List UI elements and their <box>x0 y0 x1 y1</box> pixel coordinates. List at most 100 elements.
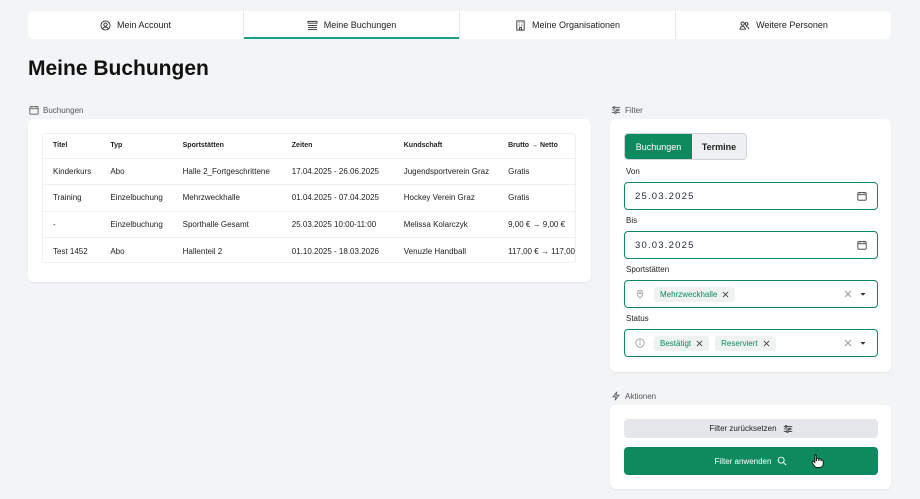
filter-label: Filter <box>625 105 643 115</box>
search-icon <box>778 456 787 466</box>
actions-card: Filter zurücksetzen Filter anwenden <box>610 405 891 489</box>
cell: Halle 2_Fortgeschrittene <box>172 157 282 185</box>
cell: Kinderkurs <box>43 157 101 185</box>
cell: Hockey Verein Graz <box>393 184 499 211</box>
cell: 17.04.2025 - 26.06.2025 <box>281 157 394 185</box>
von-label: Von <box>626 167 640 176</box>
close-icon[interactable] <box>763 340 770 347</box>
hand-cursor-icon <box>811 454 824 468</box>
cell: Melissa Kolarczyk <box>393 210 499 238</box>
col-sportstaetten[interactable]: Sportstätten <box>173 134 282 158</box>
cell: Jugendsportverein Graz <box>393 157 499 185</box>
lightning-icon <box>612 391 620 401</box>
page-title: Meine Buchungen <box>28 57 209 80</box>
tab-label: Meine Buchungen <box>323 20 397 30</box>
filter-section-label: Filter <box>611 105 643 115</box>
cell: Einzelbuchung <box>100 210 173 238</box>
clear-icon[interactable] <box>844 339 852 347</box>
table-row[interactable]: Kinderkurs Abo Halle 2_Fortgeschrittene … <box>43 157 575 185</box>
cell: Abo <box>100 157 173 185</box>
bookings-card: Titel Typ Sportstätten Zeiten Kundschaft… <box>28 119 591 282</box>
tab-meine-organisationen[interactable]: Meine Organisationen <box>460 11 676 39</box>
table-row[interactable]: Training Einzelbuchung Mehrzweckhalle 01… <box>43 184 575 211</box>
map-pin-icon <box>636 289 644 299</box>
filter-card: Buchungen Termine Von 25.03.2025 Bis 30.… <box>610 119 891 372</box>
user-circle-icon <box>100 19 111 31</box>
table-row[interactable]: - Einzelbuchung Sporthalle Gesamt 25.03.… <box>43 210 575 238</box>
table-header-row: Titel Typ Sportstätten Zeiten Kundschaft… <box>43 134 575 158</box>
cell: Venuzle Handball <box>393 237 499 262</box>
chip-label: Reserviert <box>721 338 758 348</box>
chip-status-bestaetigt: Bestätigt <box>654 335 710 351</box>
bis-value: 30.03.2025 <box>635 239 695 251</box>
toggle-buchungen[interactable]: Buchungen <box>625 134 692 159</box>
sportstaetten-select[interactable]: Mehrzweckhalle <box>624 280 878 308</box>
info-icon <box>635 338 645 348</box>
col-kundschaft[interactable]: Kundschaft <box>394 134 498 158</box>
actions-section-label: Aktionen <box>611 391 656 401</box>
select-controls <box>844 290 867 298</box>
toggle-termine[interactable]: Termine <box>692 134 746 159</box>
account-tabs: Mein Account Meine Buchungen Meine Organ… <box>28 11 891 39</box>
col-brutto-netto[interactable]: Brutto → Netto <box>498 134 575 158</box>
tab-label: Weitere Personen <box>756 20 828 30</box>
calendar-icon[interactable] <box>857 191 867 201</box>
close-icon[interactable] <box>722 291 729 298</box>
tab-label: Meine Organisationen <box>531 20 621 30</box>
bookings-table: Titel Typ Sportstätten Zeiten Kundschaft… <box>43 134 575 262</box>
sportstaetten-label: Sportstätten <box>626 265 670 274</box>
apply-filter-button[interactable]: Filter anwenden <box>624 447 878 475</box>
calendar-icon[interactable] <box>857 240 867 250</box>
col-titel[interactable]: Titel <box>43 134 100 158</box>
chip-label: Mehrzweckhalle <box>660 289 718 299</box>
cell: - <box>43 210 101 238</box>
status-select[interactable]: Bestätigt Reserviert <box>624 329 878 357</box>
von-date-input[interactable]: 25.03.2025 <box>624 182 878 210</box>
cell: Training <box>43 184 101 211</box>
cell: 117,00 € → 117,00 <box>498 237 575 262</box>
clear-icon[interactable] <box>844 290 852 298</box>
bookings-table-container: Titel Typ Sportstätten Zeiten Kundschaft… <box>42 133 576 263</box>
apply-filter-label: Filter anwenden <box>714 456 772 466</box>
chip-label: Bestätigt <box>660 338 692 348</box>
caret-down-icon[interactable] <box>859 290 867 298</box>
col-zeiten[interactable]: Zeiten <box>282 134 394 158</box>
cell: 9,00 € → 9,00 € <box>498 210 575 238</box>
table-row[interactable]: Test 1452 Abo Hallenteil 2 01.10.2025 - … <box>43 237 575 262</box>
cell: Mehrzweckhalle <box>172 184 282 211</box>
tab-mein-account[interactable]: Mein Account <box>28 11 244 39</box>
tab-meine-buchungen[interactable]: Meine Buchungen <box>244 11 460 39</box>
caret-down-icon[interactable] <box>859 339 867 347</box>
bis-label: Bis <box>626 216 638 225</box>
von-value: 25.03.2025 <box>635 190 695 202</box>
list-icon <box>307 20 318 30</box>
chip-status-reserviert: Reserviert <box>715 335 776 351</box>
select-controls <box>844 339 867 347</box>
sliders-icon <box>783 424 792 433</box>
close-icon[interactable] <box>696 340 703 347</box>
cell: Sporthalle Gesamt <box>172 210 282 238</box>
bookings-label: Buchungen <box>43 105 84 115</box>
tab-label: Mein Account <box>116 20 172 30</box>
chip-sportstaette: Mehrzweckhalle <box>654 286 736 302</box>
tab-weitere-personen[interactable]: Weitere Personen <box>676 11 891 39</box>
reset-filter-button[interactable]: Filter zurücksetzen <box>624 419 878 438</box>
cell: 25.03.2025 10:00-11:00 <box>281 210 394 238</box>
status-label: Status <box>626 314 649 323</box>
actions-label: Aktionen <box>625 391 657 401</box>
cell: 01.10.2025 - 18.03.2026 <box>281 237 394 262</box>
cell: Hallenteil 2 <box>172 237 282 262</box>
bookings-section-label: Buchungen <box>29 105 83 115</box>
col-typ[interactable]: Typ <box>100 134 172 158</box>
sliders-icon <box>611 106 621 114</box>
cell: Test 1452 <box>43 237 101 262</box>
bis-date-input[interactable]: 30.03.2025 <box>624 231 878 259</box>
view-toggle: Buchungen Termine <box>624 133 747 160</box>
cell: Gratis <box>498 157 575 185</box>
people-icon <box>739 21 750 30</box>
cell: Einzelbuchung <box>100 184 173 211</box>
calendar-icon <box>29 105 39 115</box>
reset-filter-label: Filter zurücksetzen <box>709 424 777 433</box>
cell: Gratis <box>498 184 575 211</box>
building-icon <box>516 19 525 31</box>
